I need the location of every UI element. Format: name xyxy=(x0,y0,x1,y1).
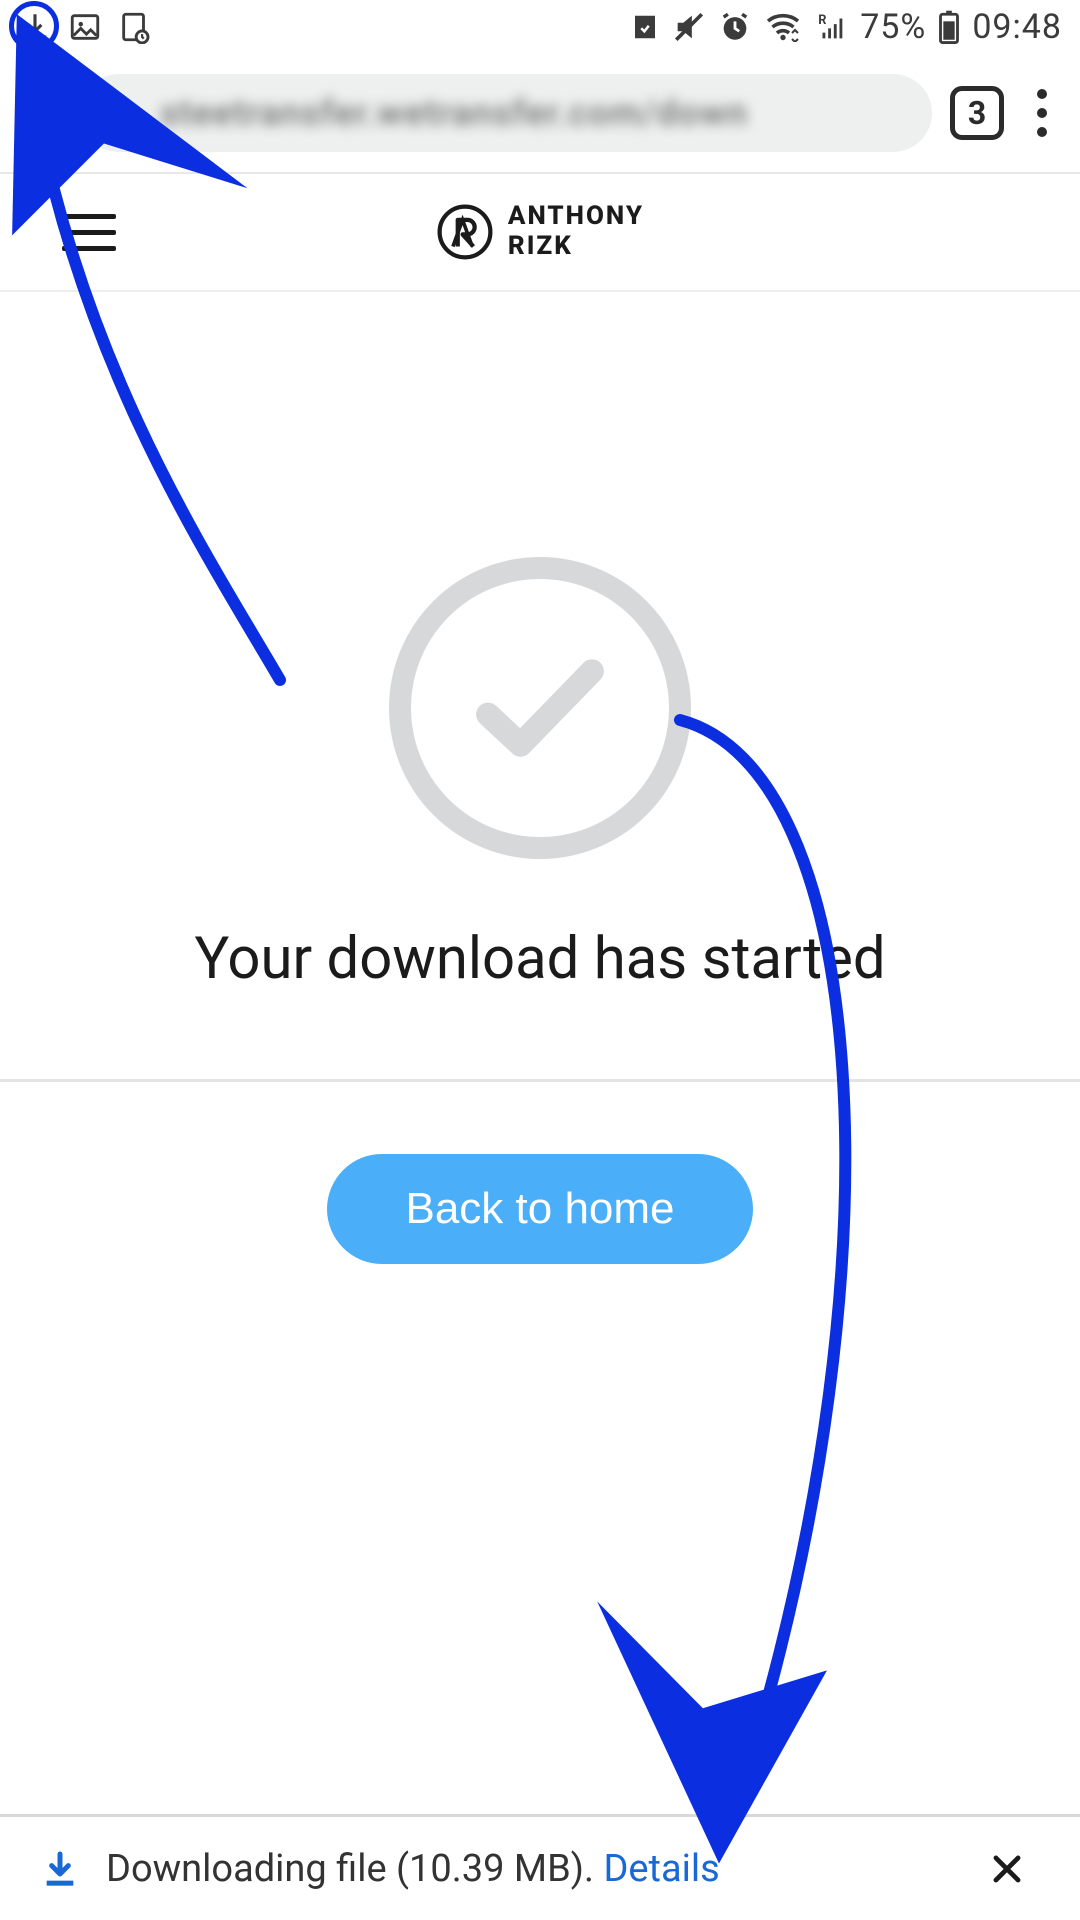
download-icon xyxy=(18,10,52,44)
image-icon xyxy=(68,10,102,44)
cta-panel: Back to home xyxy=(0,1082,1080,1264)
url-text: steetransfer.wetransfer.com/down xyxy=(160,92,748,134)
lock-icon xyxy=(108,96,138,130)
hamburger-icon[interactable] xyxy=(62,214,116,251)
wifi-icon xyxy=(764,12,802,42)
logo-mark-icon xyxy=(436,203,494,261)
home-icon[interactable] xyxy=(10,87,62,139)
android-status-bar: R 75% 09:48 xyxy=(0,0,1080,54)
logo-line1: ANTHONY xyxy=(508,202,644,232)
back-to-home-button[interactable]: Back to home xyxy=(327,1154,752,1264)
download-arrow-icon xyxy=(40,1849,80,1889)
snackbar-text: Downloading file (10.39 MB). Details xyxy=(106,1847,720,1891)
close-icon[interactable] xyxy=(988,1850,1026,1888)
tab-switcher[interactable]: 3 xyxy=(950,86,1004,140)
download-confirmation-panel: Your download has started xyxy=(0,292,1080,1082)
overflow-menu-icon[interactable] xyxy=(1022,89,1062,137)
download-snackbar: Downloading file (10.39 MB). Details xyxy=(0,1814,1080,1920)
battery-icon xyxy=(938,10,960,44)
svg-text:R: R xyxy=(818,13,826,28)
logo-line2: RIZK xyxy=(508,232,644,262)
mute-icon xyxy=(672,10,706,44)
browser-toolbar: steetransfer.wetransfer.com/down 3 xyxy=(0,54,1080,174)
details-link[interactable]: Details xyxy=(603,1847,719,1891)
headline-text: Your download has started xyxy=(194,925,885,993)
site-header: ANTHONY RIZK xyxy=(0,174,1080,292)
success-check-icon xyxy=(389,557,691,859)
screenshot-icon xyxy=(118,10,152,44)
data-saver-icon xyxy=(630,12,660,42)
address-bar[interactable]: steetransfer.wetransfer.com/down xyxy=(80,74,932,152)
alarm-icon xyxy=(718,10,752,44)
battery-percent: 75% xyxy=(860,7,926,47)
tab-count-value: 3 xyxy=(968,94,986,132)
clock-text: 09:48 xyxy=(972,7,1062,47)
signal-icon: R xyxy=(814,12,848,42)
site-logo[interactable]: ANTHONY RIZK xyxy=(116,202,964,262)
